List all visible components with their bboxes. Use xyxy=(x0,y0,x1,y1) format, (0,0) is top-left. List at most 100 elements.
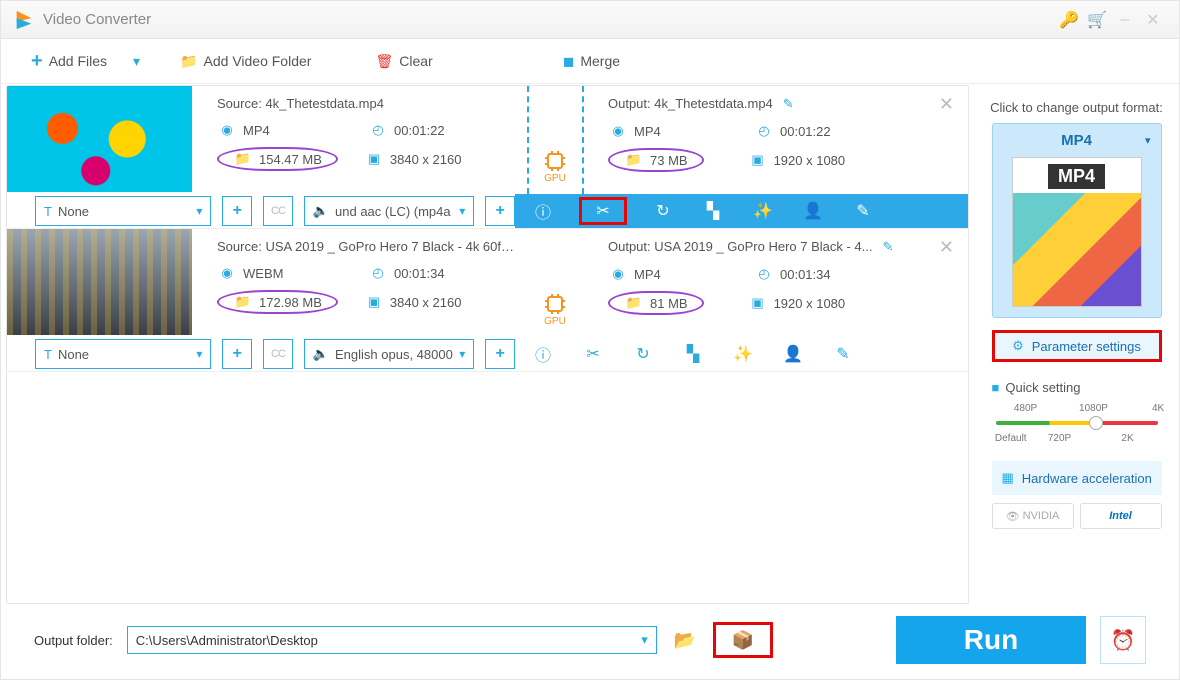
cut-button[interactable]: ✂ xyxy=(579,197,627,225)
subtitle-select[interactable]: TNone▾ xyxy=(35,339,211,369)
minimize-button[interactable]: – xyxy=(1111,11,1139,29)
add-folder-button[interactable]: 📁 Add Video Folder xyxy=(180,53,311,70)
sliders-icon: ⚙ xyxy=(1012,338,1024,354)
archive-icon: 📦 xyxy=(732,630,754,651)
nvidia-chip[interactable]: 👁 NVIDIA xyxy=(992,503,1074,529)
tick-label: 480P xyxy=(1014,403,1037,414)
merge-icon: ◼ xyxy=(563,53,575,70)
chevron-down-icon: ▾ xyxy=(459,347,465,361)
src-size-highlight: 📁154.47 MB xyxy=(217,147,338,171)
cc-button[interactable]: CC xyxy=(263,196,293,226)
rotate-button[interactable]: ↻ xyxy=(649,198,677,224)
output-title: Output: 4k_Thetestdata.mp4✎ xyxy=(608,96,958,112)
video-thumbnail[interactable] xyxy=(7,86,192,192)
video-thumbnail[interactable] xyxy=(7,229,192,335)
effects-button[interactable]: ✨ xyxy=(729,341,757,367)
output-folder-label: Output folder: xyxy=(34,633,113,648)
run-button[interactable]: Run xyxy=(896,616,1086,664)
slider-thumb[interactable] xyxy=(1089,416,1103,430)
src-size: 154.47 MB xyxy=(259,152,322,167)
filesize-icon: 📁 xyxy=(233,293,253,311)
format-title: MP4 xyxy=(1061,132,1092,149)
parameter-settings-button[interactable]: ⚙ Parameter settings xyxy=(992,330,1162,362)
out-format: MP4 xyxy=(634,124,661,139)
tick-label: Default xyxy=(995,433,1027,444)
chevron-down-icon: ▾ xyxy=(196,347,202,361)
watermark-button[interactable]: 👤 xyxy=(799,198,827,224)
edit-icon[interactable]: ✎ xyxy=(783,96,794,111)
close-button[interactable]: ✕ xyxy=(1139,10,1167,30)
crop-button[interactable]: ▚ xyxy=(699,198,727,224)
edit-button[interactable]: ✎ xyxy=(829,341,857,367)
clock-icon: ◴ xyxy=(754,265,774,283)
cc-button[interactable]: CC xyxy=(263,339,293,369)
dot-icon: ■ xyxy=(992,380,1000,395)
output-folder-select[interactable]: C:\Users\Administrator\Desktop ▾ xyxy=(127,626,657,654)
add-files-label: Add Files xyxy=(49,53,107,69)
edit-icon[interactable]: ✎ xyxy=(883,239,894,254)
side-heading: Click to change output format: xyxy=(990,100,1163,115)
chip-icon xyxy=(543,149,567,173)
add-files-button[interactable]: + Add Files ▾ xyxy=(31,50,140,73)
quick-setting-label: ■Quick setting xyxy=(992,380,1162,395)
main-toolbar: + Add Files ▾ 📁 Add Video Folder 🗑 Clear… xyxy=(1,39,1179,84)
intel-chip[interactable]: Intel xyxy=(1080,503,1162,529)
remove-item-button[interactable]: ✕ xyxy=(939,237,954,258)
crop-button[interactable]: ▚ xyxy=(679,341,707,367)
edit-button[interactable]: ✎ xyxy=(849,198,877,224)
dimensions-icon: ▣ xyxy=(748,151,768,169)
chip-icon xyxy=(543,292,567,316)
format-preview: MP4 xyxy=(1012,157,1142,307)
tick-label: 4K xyxy=(1152,403,1164,414)
source-title: Source: USA 2019 _ GoPro Hero 7 Black - … xyxy=(217,239,517,254)
out-duration: 00:01:22 xyxy=(780,124,831,139)
watermark-button[interactable]: 👤 xyxy=(779,341,807,367)
add-audio-button[interactable]: + xyxy=(485,339,515,369)
effects-button[interactable]: ✨ xyxy=(749,198,777,224)
add-subtitle-button[interactable]: + xyxy=(222,339,252,369)
out-format: MP4 xyxy=(634,267,661,282)
browse-folder-button[interactable]: 📂 xyxy=(671,629,699,651)
add-subtitle-button[interactable]: + xyxy=(222,196,252,226)
src-format: MP4 xyxy=(243,123,270,138)
gpu-badge: GPU xyxy=(543,292,567,327)
chevron-down-icon: ▾ xyxy=(196,204,202,218)
audio-select[interactable]: 🔈und aac (LC) (mp4a▾ xyxy=(304,196,474,226)
merge-button[interactable]: ◼ Merge xyxy=(563,53,620,70)
info-button[interactable]: ⓘ xyxy=(529,341,557,367)
subtitle-select[interactable]: TNone▾ xyxy=(35,196,211,226)
format-card[interactable]: MP4 ▾ MP4 xyxy=(992,123,1162,318)
clear-button[interactable]: 🗑 Clear xyxy=(375,53,432,70)
src-duration: 00:01:22 xyxy=(394,123,445,138)
speaker-icon: 🔈 xyxy=(313,346,329,362)
merge-label: Merge xyxy=(580,53,620,69)
clock-icon: ◴ xyxy=(368,121,388,139)
out-res: 1920 x 1080 xyxy=(774,296,846,311)
filesize-icon: 📁 xyxy=(624,294,644,312)
src-res: 3840 x 2160 xyxy=(390,295,462,310)
plus-icon: + xyxy=(31,50,43,73)
key-icon[interactable]: 🔑 xyxy=(1055,10,1083,30)
rotate-button[interactable]: ↻ xyxy=(629,341,657,367)
dimensions-icon: ▣ xyxy=(748,294,768,312)
clock-icon: ◴ xyxy=(754,122,774,140)
remove-item-button[interactable]: ✕ xyxy=(939,94,954,115)
edit-toolbar: ⓘ ✂ ↻ ▚ ✨ 👤 ✎ xyxy=(515,337,968,371)
audio-select[interactable]: 🔈English opus, 48000▾ xyxy=(304,339,474,369)
info-button[interactable]: ⓘ xyxy=(529,198,557,224)
chevron-down-icon[interactable]: ▾ xyxy=(133,53,140,70)
format-icon: ◉ xyxy=(217,121,237,139)
archive-button[interactable]: 📦 xyxy=(713,622,773,658)
cart-icon[interactable]: 🛒 xyxy=(1083,10,1111,30)
text-icon: T xyxy=(44,347,52,362)
chip-icon: ▦ xyxy=(1002,470,1014,486)
schedule-button[interactable]: ⏰ xyxy=(1100,616,1146,664)
src-res: 3840 x 2160 xyxy=(390,152,462,167)
app-title: Video Converter xyxy=(43,11,1055,28)
cut-button[interactable]: ✂ xyxy=(579,341,607,367)
conversion-list: Source: 4k_Thetestdata.mp4 ◉MP4 ◴00:01:2… xyxy=(6,85,969,604)
add-audio-button[interactable]: + xyxy=(485,196,515,226)
add-folder-label: Add Video Folder xyxy=(204,53,312,69)
quality-slider[interactable] xyxy=(996,421,1158,425)
hardware-accel-button[interactable]: ▦ Hardware acceleration xyxy=(992,461,1162,495)
